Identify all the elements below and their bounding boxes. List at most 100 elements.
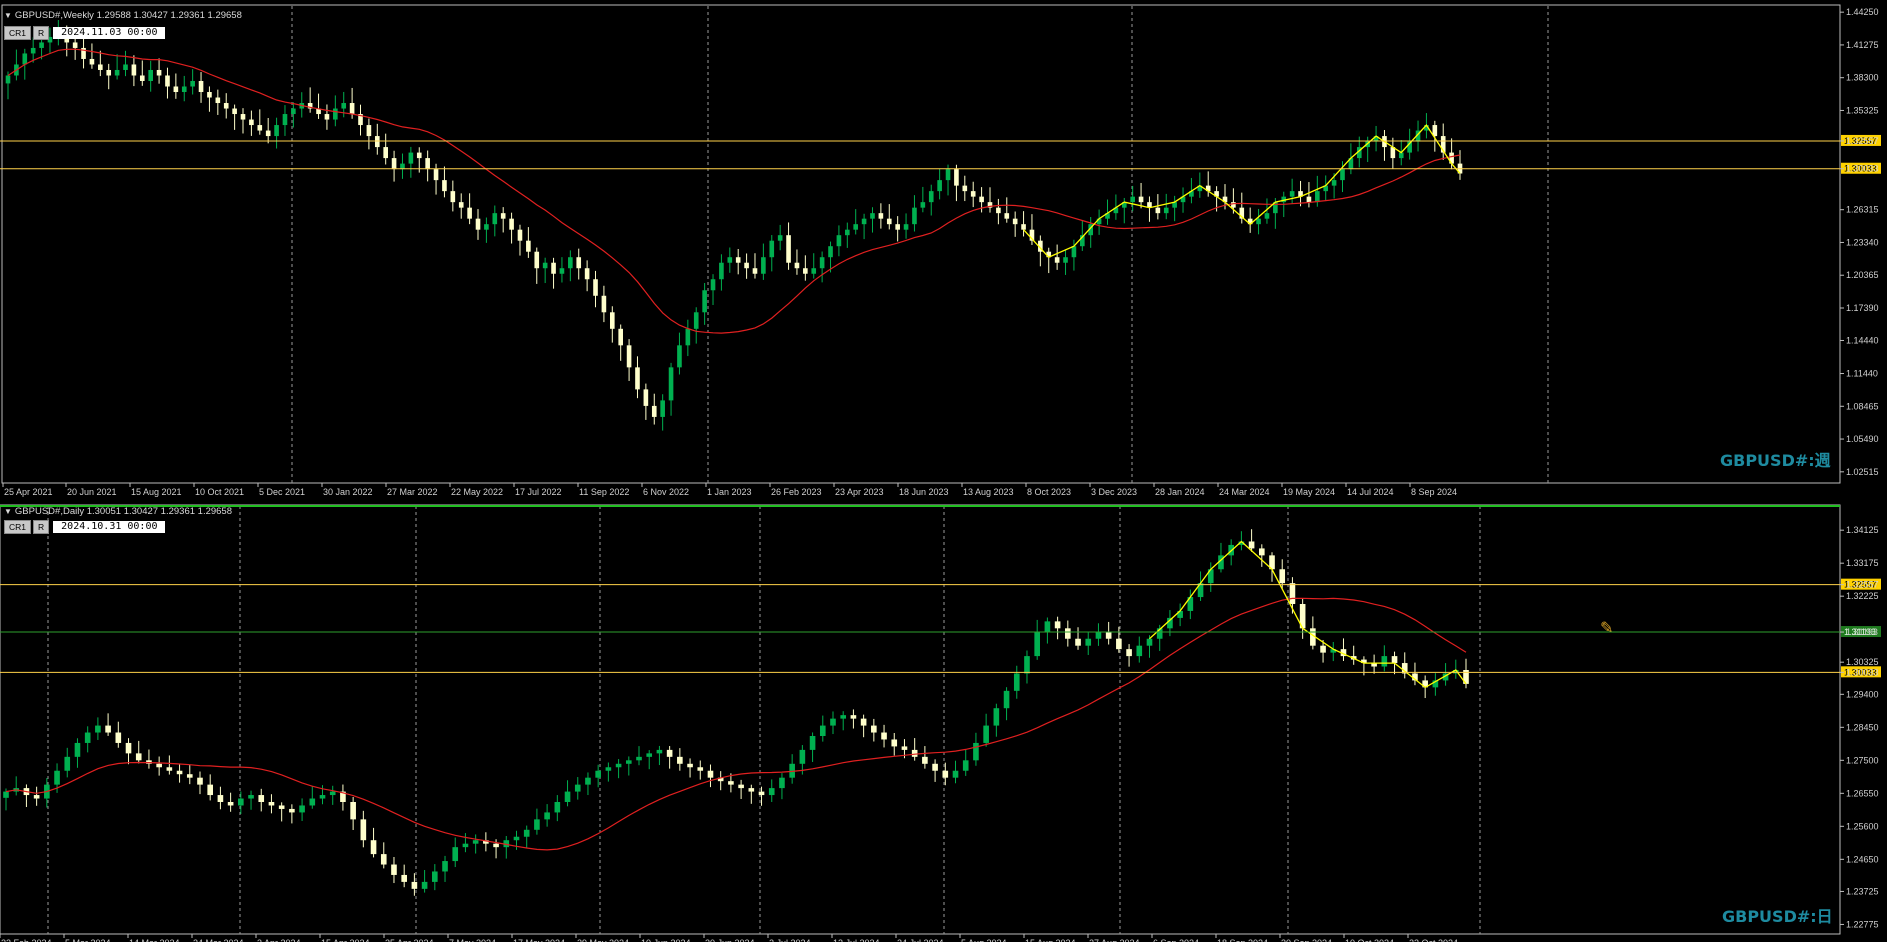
candle-body <box>568 257 573 269</box>
candle-body <box>39 42 44 48</box>
candle-body <box>1012 218 1018 225</box>
candle-body <box>962 760 969 771</box>
price-axis-label: 1.44250 <box>1846 7 1879 17</box>
crosshair-cursor-icon: ✎ <box>1600 618 1614 637</box>
candle-body <box>891 739 898 747</box>
r-button[interactable]: R <box>33 26 50 40</box>
price-axis-label: 1.30033 <box>1846 164 1879 174</box>
time-axis-label: 19 May 2024 <box>1283 487 1335 497</box>
price-axis-label: 1.26550 <box>1846 788 1879 798</box>
time-axis-label: 22 Oct 2024 <box>1409 938 1458 942</box>
time-axis-label: 20 Jun 2021 <box>67 487 117 497</box>
candle-body <box>106 69 112 76</box>
candle-body <box>282 114 288 126</box>
candle-body <box>1146 638 1153 646</box>
plot-frame <box>1 4 1841 484</box>
time-axis-label: 6 Nov 2022 <box>643 487 689 497</box>
candle-body <box>207 784 214 796</box>
candle-body <box>677 345 682 368</box>
cr1-button[interactable]: CR1 <box>4 520 32 534</box>
candle-body <box>844 229 850 236</box>
time-axis-label: 24 Mar 2024 <box>1219 487 1270 497</box>
candle-body <box>719 262 724 280</box>
candle-body <box>462 843 469 848</box>
candle-body <box>1279 569 1286 584</box>
r-button[interactable]: R <box>33 520 50 534</box>
candle-body <box>450 191 456 203</box>
time-axis-label: 11 Sep 2022 <box>579 487 629 497</box>
candle-body <box>601 295 607 313</box>
price-axis-label: 1.28450 <box>1846 722 1879 732</box>
candle-body <box>89 58 95 65</box>
candle-body <box>534 251 540 269</box>
price-axis-label: 1.14440 <box>1846 335 1879 345</box>
candle-body <box>758 791 765 796</box>
weekly-chart-canvas[interactable]: 1.32557 1.30033 1.44250 1.41275 1.38300 1.353… <box>0 0 1887 500</box>
candle-body <box>777 235 783 241</box>
candle-body <box>996 207 1001 214</box>
daily-chart-pane[interactable]: 1.32557 1.31193 1.30033 1.34125 1.33175 1.325… <box>0 500 1887 942</box>
weekly-date-box[interactable]: 2024.11.03 00:00 <box>53 27 166 39</box>
daily-watermark: GBPUSD#:日 <box>1722 907 1833 926</box>
candle-body <box>135 753 142 761</box>
candle-body <box>928 191 934 203</box>
time-axis-label: 15 Apr 2024 <box>321 938 370 942</box>
candle-body <box>207 92 212 98</box>
cr1-button[interactable]: CR1 <box>4 26 32 40</box>
price-axis-label: 1.34125 <box>1846 525 1879 535</box>
candle-body <box>123 64 128 70</box>
candle-body <box>626 345 632 368</box>
candle-body <box>605 767 612 771</box>
candle-body <box>84 732 91 743</box>
candle-body <box>442 861 448 872</box>
time-axis-label: 27 Mar 2022 <box>387 487 438 497</box>
candle-body <box>1116 638 1122 650</box>
candle-body <box>615 763 622 768</box>
time-axis-label: 25 Apr 2021 <box>4 487 53 497</box>
collapse-triangle-icon[interactable]: ▼ <box>4 507 12 516</box>
moving-average-line <box>5 597 1467 851</box>
candle-body <box>693 312 699 329</box>
candle-body <box>1013 673 1020 691</box>
candle-body <box>493 843 499 848</box>
candle-body <box>1024 656 1030 674</box>
price-axis-label: 1.23340 <box>1846 237 1879 247</box>
candle-body <box>799 749 806 764</box>
candle-body <box>828 246 833 258</box>
candle-body <box>517 229 523 241</box>
candle-body <box>5 75 11 84</box>
candle-body <box>811 268 817 274</box>
daily-chart-canvas[interactable]: 1.325571.311931.300331.341251.331751.325… <box>0 500 1887 942</box>
time-axis-label: 7 May 2024 <box>449 938 496 942</box>
candle-body <box>278 805 285 809</box>
time-axis-label: 6 Sep 2024 <box>1153 938 1199 942</box>
candle-body <box>779 777 785 789</box>
time-axis-label: 5 Mar 2024 <box>65 938 111 942</box>
price-axis-label: 1.23725 <box>1846 886 1879 896</box>
time-axis-label: 22 Feb 2024 <box>1 938 52 942</box>
candle-body <box>1320 645 1326 653</box>
candle-body <box>1138 196 1144 203</box>
candle-body <box>744 262 749 269</box>
candle-body <box>1004 213 1010 219</box>
candle-body <box>472 840 479 844</box>
collapse-triangle-icon[interactable]: ▼ <box>4 11 12 20</box>
candle-body <box>433 169 439 181</box>
weekly-chart-pane[interactable]: 1.32557 1.30033 1.44250 1.41275 1.38300 1.353… <box>0 0 1887 500</box>
candle-body <box>1289 191 1295 197</box>
candle-body <box>458 202 464 208</box>
price-axis-label: 1.25600 <box>1846 821 1879 831</box>
candle-body <box>962 185 968 192</box>
time-axis-label: 10 Jun 2024 <box>641 938 691 942</box>
candle-body <box>114 69 120 76</box>
candle-body <box>668 367 674 401</box>
weekly-watermark: GBPUSD#:週 <box>1720 451 1831 470</box>
candle-body <box>248 795 254 799</box>
candle-body <box>1256 218 1261 225</box>
candle-body <box>878 213 884 219</box>
candle-body <box>593 279 598 296</box>
time-axis-label: 12 Jul 2024 <box>833 938 880 942</box>
price-axis-label: 1.20365 <box>1846 270 1879 280</box>
daily-date-box[interactable]: 2024.10.31 00:00 <box>53 521 166 533</box>
time-axis-label: 26 Feb 2023 <box>771 487 822 497</box>
